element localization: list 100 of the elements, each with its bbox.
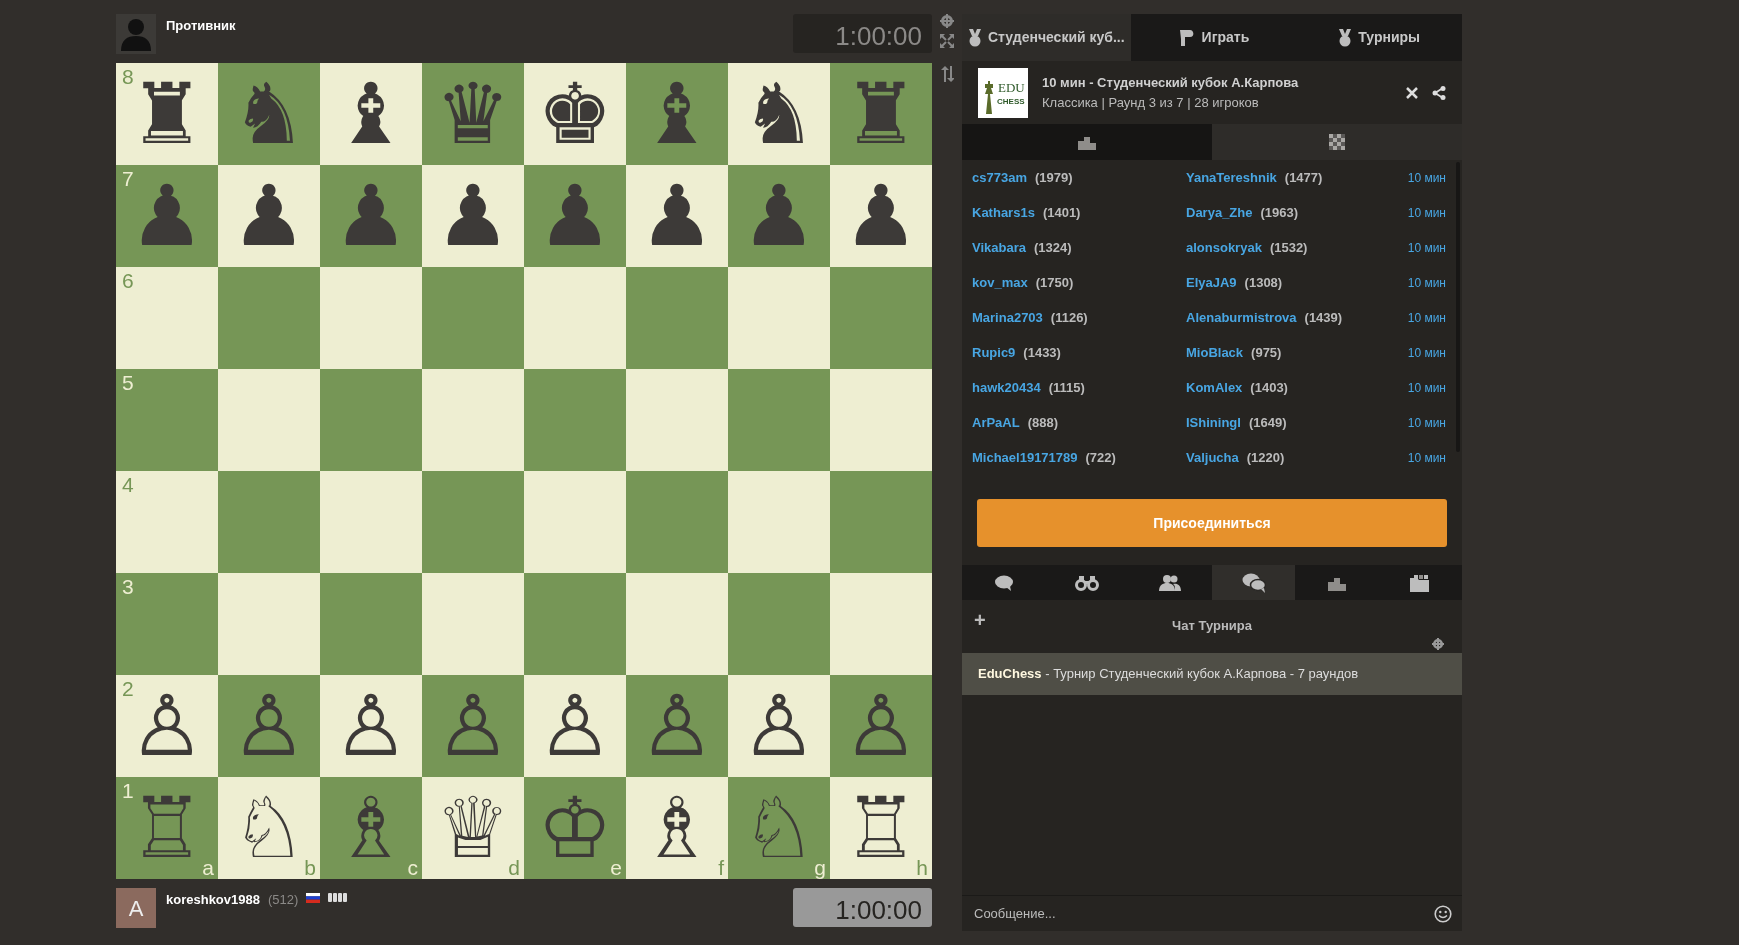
board-square[interactable]: ♝ (626, 63, 728, 165)
board-square[interactable]: ♟ (524, 165, 626, 267)
player-link[interactable]: hawk20434 (972, 379, 1041, 395)
chess-piece[interactable]: ♟ (639, 174, 715, 258)
board-square[interactable]: 6 (116, 267, 218, 369)
chess-piece[interactable]: ♗ (639, 786, 715, 870)
board-square[interactable] (320, 471, 422, 573)
chess-piece[interactable]: ♙ (231, 684, 307, 768)
board-square[interactable] (728, 369, 830, 471)
board-square[interactable] (524, 267, 626, 369)
chess-piece[interactable]: ♙ (333, 684, 409, 768)
board-square[interactable] (320, 573, 422, 675)
board-square[interactable]: ♟ (218, 165, 320, 267)
player-link[interactable]: IShiningI (1186, 414, 1241, 430)
board-square[interactable]: ♙ (218, 675, 320, 777)
player-link[interactable]: YanaTereshnik (1186, 169, 1277, 185)
share-icon[interactable] (1432, 85, 1446, 100)
chess-piece[interactable]: ♟ (537, 174, 613, 258)
chess-piece[interactable]: ♟ (333, 174, 409, 258)
chess-piece[interactable]: ♙ (741, 684, 817, 768)
chess-piece[interactable]: ♙ (435, 684, 511, 768)
board-square[interactable] (422, 267, 524, 369)
chess-piece[interactable]: ♙ (537, 684, 613, 768)
chess-piece[interactable]: ♟ (231, 174, 307, 258)
board-square[interactable]: ♙ (524, 675, 626, 777)
board-square[interactable] (830, 573, 932, 675)
player-link[interactable]: MioBlack (1186, 344, 1244, 360)
smiley-icon[interactable] (1434, 904, 1452, 923)
board-square[interactable] (830, 369, 932, 471)
chess-piece[interactable]: ♚ (537, 72, 613, 156)
board-square[interactable]: ♟ (626, 165, 728, 267)
board-square[interactable]: ♙ (728, 675, 830, 777)
player-link[interactable]: ElyaJA9 (1186, 274, 1237, 290)
chess-piece[interactable]: ♘ (231, 786, 307, 870)
player-link[interactable]: alonsokryak (1186, 239, 1262, 255)
board-square[interactable]: ♟ (422, 165, 524, 267)
chess-piece[interactable]: ♞ (231, 72, 307, 156)
player-link[interactable]: Darya_Zhe (1186, 204, 1253, 220)
chess-piece[interactable]: ♟ (435, 174, 511, 258)
board-square[interactable]: ♝ (320, 63, 422, 165)
chess-piece[interactable]: ♝ (333, 72, 409, 156)
tab[interactable]: Играть (1130, 14, 1297, 61)
board-square[interactable] (422, 471, 524, 573)
board-square[interactable] (524, 573, 626, 675)
board-square[interactable] (830, 471, 932, 573)
board-square[interactable] (320, 267, 422, 369)
board-square[interactable]: ♞ (218, 63, 320, 165)
player-link[interactable]: ArPaAL (972, 414, 1020, 430)
board-square[interactable] (218, 369, 320, 471)
board-square[interactable]: ♚ (524, 63, 626, 165)
board-square[interactable]: ♙ (626, 675, 728, 777)
board-square[interactable] (422, 573, 524, 675)
player-link[interactable]: Michael19171789 (972, 449, 1078, 465)
chess-piece[interactable]: ♗ (333, 786, 409, 870)
board-square[interactable] (524, 369, 626, 471)
settings-icon[interactable] (1432, 638, 1444, 650)
tab[interactable] (1212, 565, 1296, 600)
board-square[interactable] (626, 267, 728, 369)
player-link[interactable]: KomAlex (1186, 379, 1243, 395)
chess-piece[interactable]: ♙ (843, 684, 919, 768)
board-square[interactable] (422, 369, 524, 471)
board-square[interactable] (218, 471, 320, 573)
player-link[interactable]: Kathars1s (972, 204, 1035, 220)
close-icon[interactable] (1406, 86, 1418, 99)
board-square[interactable]: ♟ (830, 165, 932, 267)
player-link[interactable]: Vikabara (972, 239, 1026, 255)
fullscreen-icon[interactable] (940, 34, 954, 48)
board-square[interactable] (626, 573, 728, 675)
chess-piece[interactable]: ♜ (843, 72, 919, 156)
board-square[interactable]: ♟ (320, 165, 422, 267)
player-link[interactable]: Rupic9 (972, 344, 1016, 360)
player-link[interactable]: cs773am (972, 169, 1027, 185)
board-square[interactable] (626, 369, 728, 471)
player-link[interactable]: Valjucha (1186, 449, 1239, 465)
board-square[interactable]: ♟ (728, 165, 830, 267)
board-square[interactable] (830, 267, 932, 369)
tab[interactable]: Турниры (1296, 14, 1462, 61)
player-link[interactable]: kov_max (972, 274, 1028, 290)
flip-arrows-icon[interactable] (940, 66, 954, 82)
board-square[interactable] (728, 471, 830, 573)
player-link[interactable]: Marina2703 (972, 309, 1043, 325)
chess-piece[interactable]: ♞ (741, 72, 817, 156)
board-square[interactable]: ♜ (830, 63, 932, 165)
chess-piece[interactable]: ♛ (435, 72, 511, 156)
board-square[interactable]: ♞ (728, 63, 830, 165)
board-square[interactable] (320, 369, 422, 471)
board-square[interactable] (728, 573, 830, 675)
board-square[interactable]: ♙ (320, 675, 422, 777)
add-button[interactable]: + (970, 605, 990, 635)
chess-piece[interactable]: ♟ (741, 174, 817, 258)
board-square[interactable] (626, 471, 728, 573)
chess-piece[interactable]: ♝ (639, 72, 715, 156)
board-square[interactable] (218, 573, 320, 675)
player-link[interactable]: Alenaburmistrova (1186, 309, 1297, 325)
board-square[interactable]: ♛ (422, 63, 524, 165)
board-square[interactable]: ♙ (422, 675, 524, 777)
tab[interactable]: Студенческий куб... (962, 14, 1131, 61)
chess-piece[interactable]: ♖ (843, 786, 919, 870)
message-input[interactable]: Сообщение... (972, 902, 1434, 925)
chess-piece[interactable]: ♟ (843, 174, 919, 258)
